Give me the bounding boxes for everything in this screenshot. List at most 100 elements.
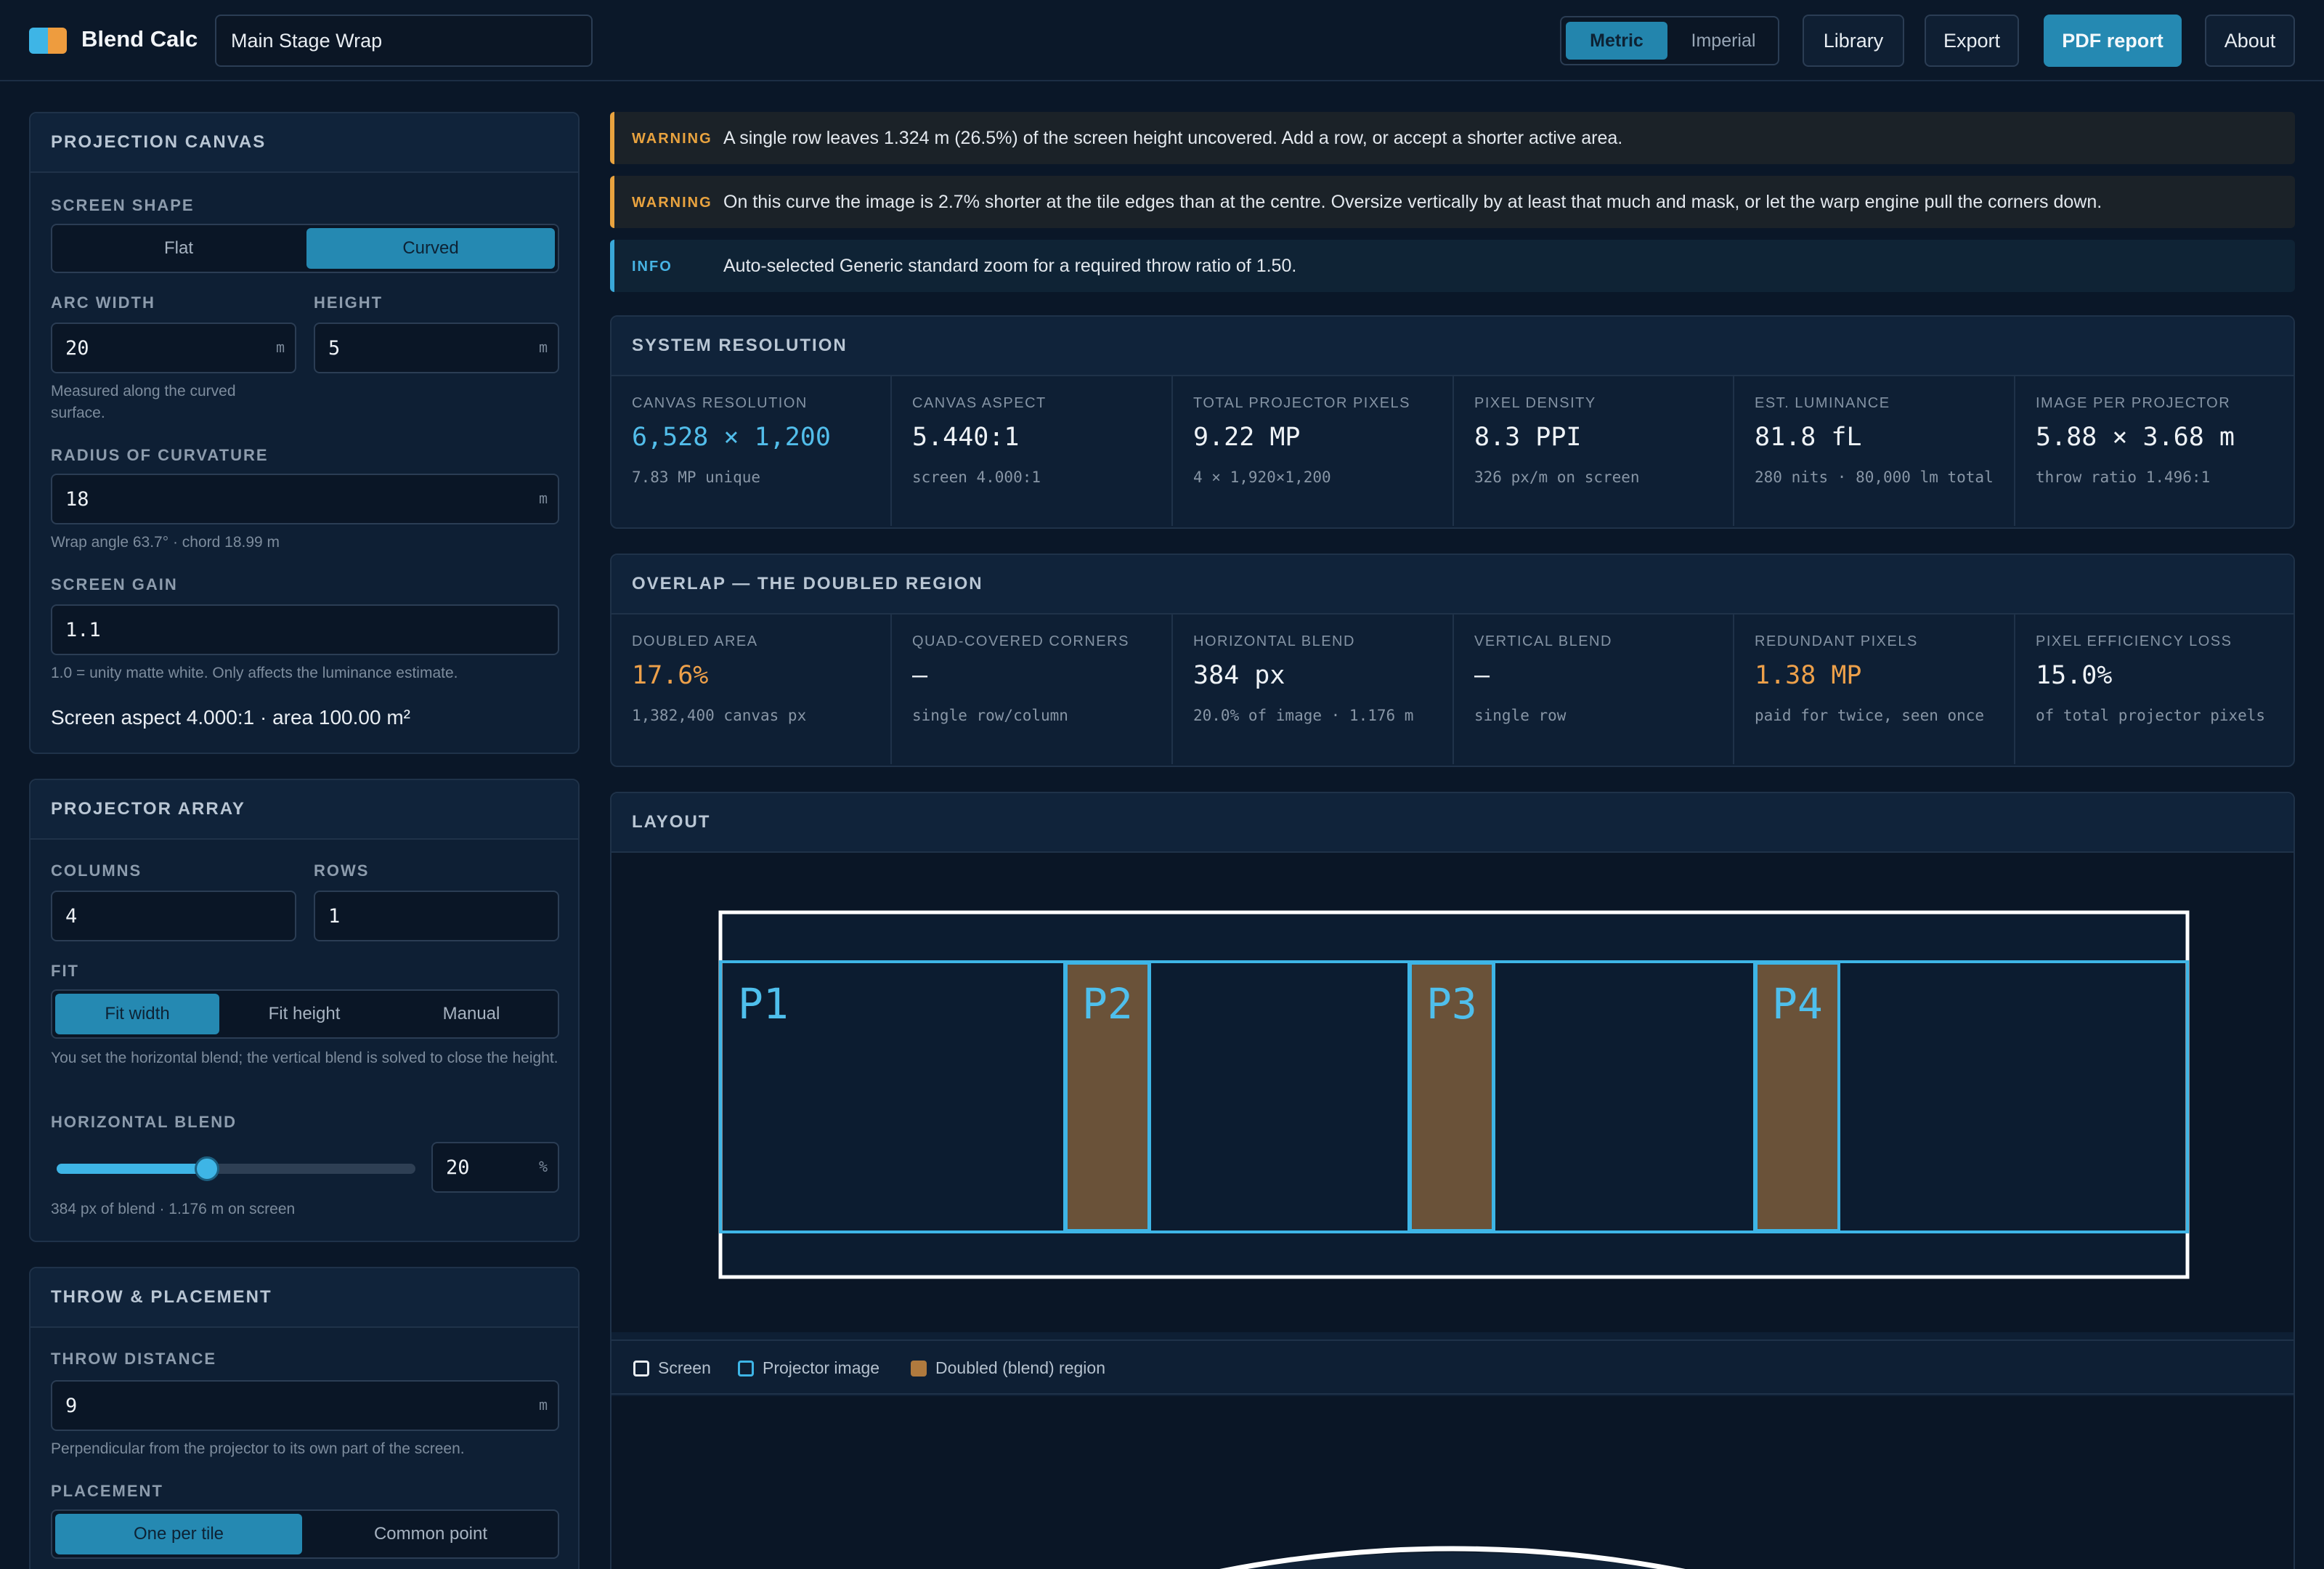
panel-title: PROJECTOR ARRAY	[31, 780, 578, 840]
stat-sub: 1,382,400 canvas px	[632, 707, 807, 724]
placement-one-per-tile-option[interactable]: One per tile	[55, 1514, 302, 1554]
screen-gain-value: 1.1	[65, 619, 101, 641]
top-bar: Blend Calc Metric Imperial Library Expor…	[0, 0, 2324, 81]
stat-label: QUAD-COVERED CORNERS	[912, 633, 1129, 649]
stat-value: 6,528 × 1,200	[632, 423, 831, 452]
arc-width-label: ARC WIDTH	[51, 293, 155, 312]
horizontal-blend-value: 20	[446, 1156, 470, 1179]
horizontal-blend-slider-track[interactable]	[57, 1156, 415, 1181]
screen-gain-label: SCREEN GAIN	[51, 575, 178, 593]
system-resolution-panel: SYSTEM RESOLUTION CANVAS RESOLUTION 6,52…	[610, 315, 2295, 529]
layout-panel: LAYOUT P1 P2 P3 P4 Screen Projector imag…	[610, 792, 2295, 1569]
shape-flat-option[interactable]: Flat	[55, 228, 302, 269]
stat-label: DOUBLED AREA	[632, 633, 758, 649]
throw-placement-panel: THROW & PLACEMENT THROW DISTANCE 9 m Per…	[29, 1267, 580, 1569]
stat-label: PIXEL DENSITY	[1474, 395, 1596, 411]
radius-input[interactable]: 18 m	[51, 474, 559, 524]
alert-message: A single row leaves 1.324 m (26.5%) of t…	[723, 128, 1623, 148]
throw-distance-hint: Perpendicular from the projector to its …	[51, 1440, 465, 1457]
top-view-canvas	[612, 1396, 2293, 1569]
height-input[interactable]: 5 m	[314, 323, 559, 373]
stat-total-projector-pixels: TOTAL PROJECTOR PIXELS 9.22 MP 4 × 1,920…	[1173, 376, 1454, 526]
screen-aspect-summary: Screen aspect 4.000:1 · area 100.00 m²	[51, 706, 410, 729]
warning-alert-uncovered: WARNING A single row leaves 1.324 m (26.…	[610, 112, 2295, 164]
panel-title: SYSTEM RESOLUTION	[612, 317, 2293, 376]
stat-value: 5.440:1	[912, 423, 1020, 452]
rows-input[interactable]: 1	[314, 891, 559, 941]
stat-label: REDUNDANT PIXELS	[1755, 633, 1918, 649]
units-metric-option[interactable]: Metric	[1566, 22, 1667, 60]
about-button[interactable]: About	[2205, 15, 2295, 67]
legend-projector-swatch	[738, 1361, 754, 1377]
stat-sub: 4 × 1,920×1,200	[1193, 469, 1331, 486]
columns-input[interactable]: 4	[51, 891, 296, 941]
horizontal-blend-slider-handle[interactable]	[195, 1156, 220, 1181]
throw-distance-value: 9	[65, 1395, 78, 1417]
placement-label: PLACEMENT	[51, 1482, 163, 1500]
shape-curved-option[interactable]: Curved	[306, 228, 555, 269]
project-name-input[interactable]	[215, 15, 593, 67]
projector-label-p1: P1	[738, 979, 789, 1029]
projector-array-panel: PROJECTOR ARRAY COLUMNS 4 ROWS 1 FIT Fit…	[29, 779, 580, 1242]
horizontal-blend-unit: %	[538, 1158, 548, 1175]
stat-sub: 7.83 MP unique	[632, 469, 761, 486]
fit-label: FIT	[51, 962, 79, 980]
app-logo-icon	[29, 28, 67, 54]
pdf-report-button[interactable]: PDF report	[2044, 15, 2182, 67]
radius-hint: Wrap angle 63.7° · chord 18.99 m	[51, 534, 280, 551]
alert-tag: WARNING	[632, 195, 712, 211]
stat-label: HORIZONTAL BLEND	[1193, 633, 1355, 649]
throw-distance-label: THROW DISTANCE	[51, 1350, 217, 1368]
screen-arc-fill	[1238, 1552, 1667, 1569]
legend-doubled-label: Doubled (blend) region	[935, 1358, 1105, 1377]
fit-height-option[interactable]: Fit height	[222, 994, 386, 1034]
columns-label: COLUMNS	[51, 861, 142, 880]
rows-label: ROWS	[314, 861, 370, 880]
panel-title: PROJECTION CANVAS	[31, 113, 578, 173]
library-button[interactable]: Library	[1803, 15, 1904, 67]
warning-alert-curve: WARNING On this curve the image is 2.7% …	[610, 176, 2295, 228]
export-button[interactable]: Export	[1925, 15, 2019, 67]
units-toggle: Metric Imperial	[1560, 16, 1779, 65]
stat-sub: single row/column	[912, 707, 1068, 724]
fit-width-option[interactable]: Fit width	[55, 994, 219, 1034]
screen-gain-hint: 1.0 = unity matte white. Only affects th…	[51, 665, 458, 681]
stat-horizontal-blend: HORIZONTAL BLEND 384 px 20.0% of image ·…	[1173, 615, 1454, 764]
horizontal-blend-slider-fill	[57, 1164, 208, 1174]
stat-label: IMAGE PER PROJECTOR	[2036, 395, 2231, 411]
throw-distance-input[interactable]: 9 m	[51, 1380, 559, 1431]
arc-width-input[interactable]: 20 m	[51, 323, 296, 373]
panel-title: THROW & PLACEMENT	[31, 1268, 578, 1328]
projection-canvas-panel: PROJECTION CANVAS SCREEN SHAPE Flat Curv…	[29, 112, 580, 754]
alert-tag: WARNING	[632, 131, 712, 147]
stat-value: 9.22 MP	[1193, 423, 1301, 452]
stat-value: 17.6%	[632, 661, 709, 690]
fit-hint: You set the horizontal blend; the vertic…	[51, 1050, 558, 1066]
app-name: Blend Calc	[81, 26, 198, 52]
stat-label: CANVAS ASPECT	[912, 395, 1047, 411]
stat-sub: 280 nits · 80,000 lm total	[1755, 469, 1994, 486]
horizontal-blend-input[interactable]: 20 %	[431, 1142, 559, 1193]
panel-title: OVERLAP — THE DOUBLED REGION	[612, 555, 2293, 615]
fit-toggle: Fit width Fit height Manual	[51, 989, 559, 1039]
layout-diagram: P1 P2 P3 P4	[718, 910, 2190, 1279]
projector-label-p2: P2	[1082, 979, 1133, 1029]
fit-manual-option[interactable]: Manual	[389, 994, 553, 1034]
info-alert-zoom: INFO Auto-selected Generic standard zoom…	[610, 240, 2295, 292]
stat-quad-covered-corners: QUAD-COVERED CORNERS — single row/column	[892, 615, 1173, 764]
alert-message: On this curve the image is 2.7% shorter …	[723, 192, 2102, 212]
screen-shape-toggle: Flat Curved	[51, 224, 559, 273]
stat-value: —	[912, 661, 928, 690]
stat-sub: throw ratio 1.496:1	[2036, 469, 2211, 486]
screen-gain-input[interactable]: 1.1	[51, 604, 559, 655]
radius-value: 18	[65, 488, 89, 511]
alert-message: Auto-selected Generic standard zoom for …	[723, 256, 1297, 276]
arc-width-value: 20	[65, 337, 89, 360]
legend-doubled-swatch	[911, 1361, 927, 1377]
height-value: 5	[328, 337, 341, 360]
overlap-stats: DOUBLED AREA 17.6% 1,382,400 canvas px Q…	[612, 615, 2293, 764]
stat-canvas-resolution: CANVAS RESOLUTION 6,528 × 1,200 7.83 MP …	[612, 376, 892, 526]
placement-common-point-option[interactable]: Common point	[306, 1514, 555, 1554]
units-imperial-option[interactable]: Imperial	[1672, 22, 1775, 60]
stat-canvas-aspect: CANVAS ASPECT 5.440:1 screen 4.000:1	[892, 376, 1173, 526]
